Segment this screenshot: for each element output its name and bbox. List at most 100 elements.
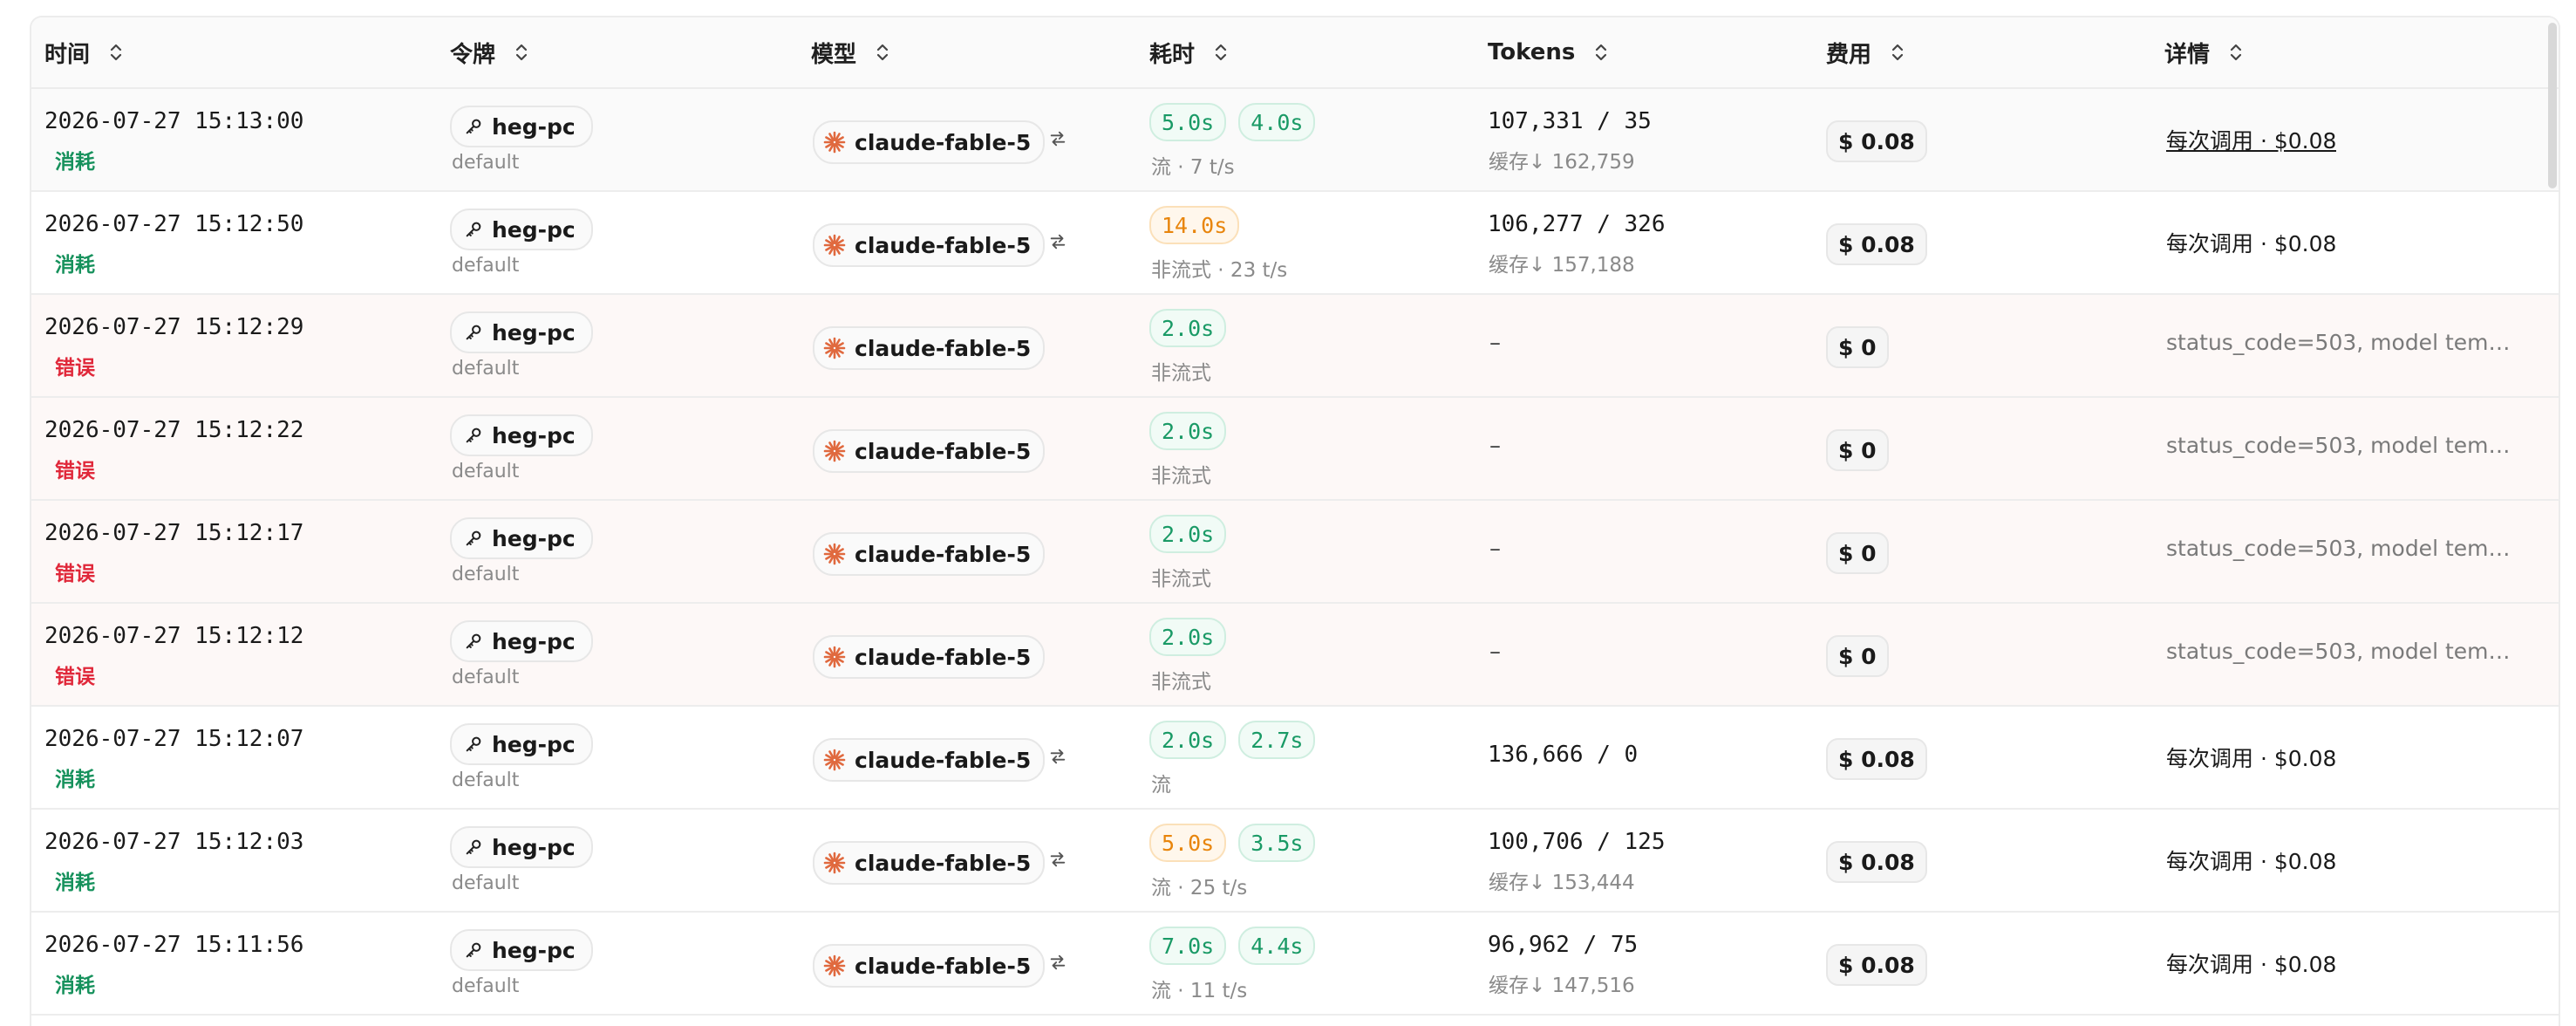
model-logo-icon [823, 440, 855, 462]
token-chip[interactable]: heg-pc [450, 414, 593, 456]
duration-tags: 2.0s [1149, 515, 1227, 553]
table-row[interactable]: 2026-07-27 15:12:03 消耗 heg-pc default claude… [31, 810, 2559, 913]
cost-badge: $ 0.08 [1826, 841, 1927, 883]
model-chip[interactable]: claude-fable-5 [813, 944, 1046, 988]
model-chip[interactable]: claude-fable-5 [813, 429, 1046, 473]
model-switch-icon[interactable] [1048, 129, 1067, 148]
row-timestamp: 2026-07-27 15:13:00 [44, 108, 304, 134]
token-group: default [452, 770, 520, 791]
model-chip[interactable]: claude-fable-5 [813, 120, 1046, 164]
token-chip[interactable]: heg-pc [450, 929, 593, 971]
sort-icon[interactable] [1891, 43, 1905, 62]
model-name: claude-fable-5 [855, 438, 1032, 464]
column-header-time[interactable]: 时间 [44, 17, 123, 87]
status-label: 错误 [55, 460, 95, 482]
sort-icon[interactable] [1594, 43, 1608, 62]
token-chip[interactable]: heg-pc [450, 620, 593, 662]
token-chip[interactable]: heg-pc [450, 517, 593, 559]
duration-tag: 3.5s [1238, 824, 1316, 862]
sort-icon[interactable] [109, 43, 123, 62]
column-header-label: 耗时 [1149, 41, 1196, 68]
model-switch-icon[interactable] [1048, 747, 1067, 766]
duration-tag: 5.0s [1149, 103, 1227, 141]
row-detail: status_code=503, model temp... [2166, 330, 2515, 355]
model-switch-icon[interactable] [1048, 232, 1067, 251]
duration-tag: 2.0s [1149, 721, 1227, 759]
model-logo-icon [823, 543, 855, 565]
row-timestamp: 2026-07-27 15:12:17 [44, 520, 304, 546]
row-timestamp: 2026-07-27 15:12:22 [44, 417, 304, 443]
table-row[interactable]: 2026-07-27 15:13:00 消耗 heg-pc default claude… [31, 89, 2559, 192]
column-header-token[interactable]: 令牌 [450, 17, 528, 87]
model-chip[interactable]: claude-fable-5 [813, 223, 1046, 267]
model-name: claude-fable-5 [855, 335, 1032, 361]
stream-info: 流 · 25 t/s [1151, 877, 1248, 899]
token-chip[interactable]: heg-pc [450, 209, 593, 250]
column-header-model[interactable]: 模型 [811, 17, 889, 87]
duration-tag: 4.4s [1238, 927, 1316, 965]
row-detail[interactable]: 每次调用 · $0.08 [2166, 124, 2336, 155]
token-chip[interactable]: heg-pc [450, 723, 593, 765]
row-timestamp: 2026-07-27 15:12:50 [44, 211, 304, 237]
status-label: 错误 [55, 357, 95, 380]
column-header-detail[interactable]: 详情 [2164, 17, 2243, 87]
key-icon [464, 426, 492, 445]
row-detail: status_code=503, model temp... [2166, 536, 2515, 561]
cost-badge: $ 0 [1826, 532, 1889, 574]
sort-icon[interactable] [1214, 43, 1228, 62]
model-name: claude-fable-5 [855, 541, 1032, 567]
duration-tag: 2.0s [1149, 515, 1227, 553]
sort-icon[interactable] [2229, 43, 2243, 62]
model-chip[interactable]: claude-fable-5 [813, 532, 1046, 576]
sort-icon[interactable] [515, 43, 528, 62]
key-icon [464, 117, 492, 136]
model-logo-icon [823, 131, 855, 154]
cache-tokens: 缓存↓ 162,759 [1489, 151, 1635, 174]
column-header-label: Tokens [1488, 39, 1576, 65]
cost-badge: $ 0.08 [1826, 120, 1927, 162]
row-timestamp: 2026-07-27 15:12:29 [44, 314, 304, 340]
model-switch-icon[interactable] [1048, 850, 1067, 869]
cost-badge: $ 0.08 [1826, 944, 1927, 986]
duration-tags: 2.0s [1149, 618, 1227, 656]
table-row[interactable]: 2026-07-27 15:12:22 错误 heg-pc default claude… [31, 398, 2559, 501]
column-header-cost[interactable]: 费用 [1826, 17, 1905, 87]
cost-badge: $ 0 [1826, 429, 1889, 471]
token-chip[interactable]: heg-pc [450, 826, 593, 868]
duration-tag: 7.0s [1149, 927, 1227, 965]
vertical-scrollbar[interactable] [2548, 23, 2557, 188]
row-timestamp: 2026-07-27 15:12:12 [44, 623, 304, 649]
table-row[interactable]: 2026-07-27 15:12:29 错误 heg-pc default claude… [31, 295, 2559, 398]
table-row[interactable]: 2026-07-27 15:12:50 消耗 heg-pc default claude… [31, 192, 2559, 295]
model-chip[interactable]: claude-fable-5 [813, 635, 1046, 679]
model-switch-icon[interactable] [1048, 953, 1067, 972]
row-detail: 每次调用 · $0.08 [2166, 849, 2337, 874]
model-logo-icon [823, 234, 855, 256]
token-group: default [452, 564, 520, 585]
token-counts: – [1489, 536, 1501, 562]
sort-icon[interactable] [876, 43, 889, 62]
token-chip[interactable]: heg-pc [450, 106, 593, 147]
stream-info: 流 [1151, 774, 1171, 797]
key-icon [464, 838, 492, 857]
table-row[interactable]: 2026-07-27 15:12:17 错误 heg-pc default claude… [31, 501, 2559, 604]
table-row[interactable]: 2026-07-27 15:11:56 消耗 heg-pc default claude… [31, 913, 2559, 1016]
column-header-duration[interactable]: 耗时 [1149, 17, 1228, 87]
token-counts: – [1489, 433, 1501, 459]
model-chip[interactable]: claude-fable-5 [813, 326, 1046, 370]
duration-tags: 5.0s 3.5s [1149, 824, 1316, 862]
key-icon [464, 220, 492, 239]
token-counts: – [1489, 639, 1501, 665]
table-row[interactable]: 2026-07-27 15:12:07 消耗 heg-pc default claude… [31, 707, 2559, 810]
token-chip[interactable]: heg-pc [450, 311, 593, 353]
table-row[interactable]: 2026-07-27 15:12:12 错误 heg-pc default claude… [31, 604, 2559, 707]
token-name: heg-pc [492, 113, 576, 140]
row-timestamp: 2026-07-27 15:12:03 [44, 829, 304, 855]
token-group: default [452, 255, 520, 277]
model-chip[interactable]: claude-fable-5 [813, 841, 1046, 885]
model-chip[interactable]: claude-fable-5 [813, 738, 1046, 782]
token-counts: 100,706 / 125 [1488, 829, 1666, 855]
column-header-tokens[interactable]: Tokens [1488, 17, 1608, 87]
status-label: 错误 [55, 666, 95, 688]
token-name: heg-pc [492, 422, 576, 448]
